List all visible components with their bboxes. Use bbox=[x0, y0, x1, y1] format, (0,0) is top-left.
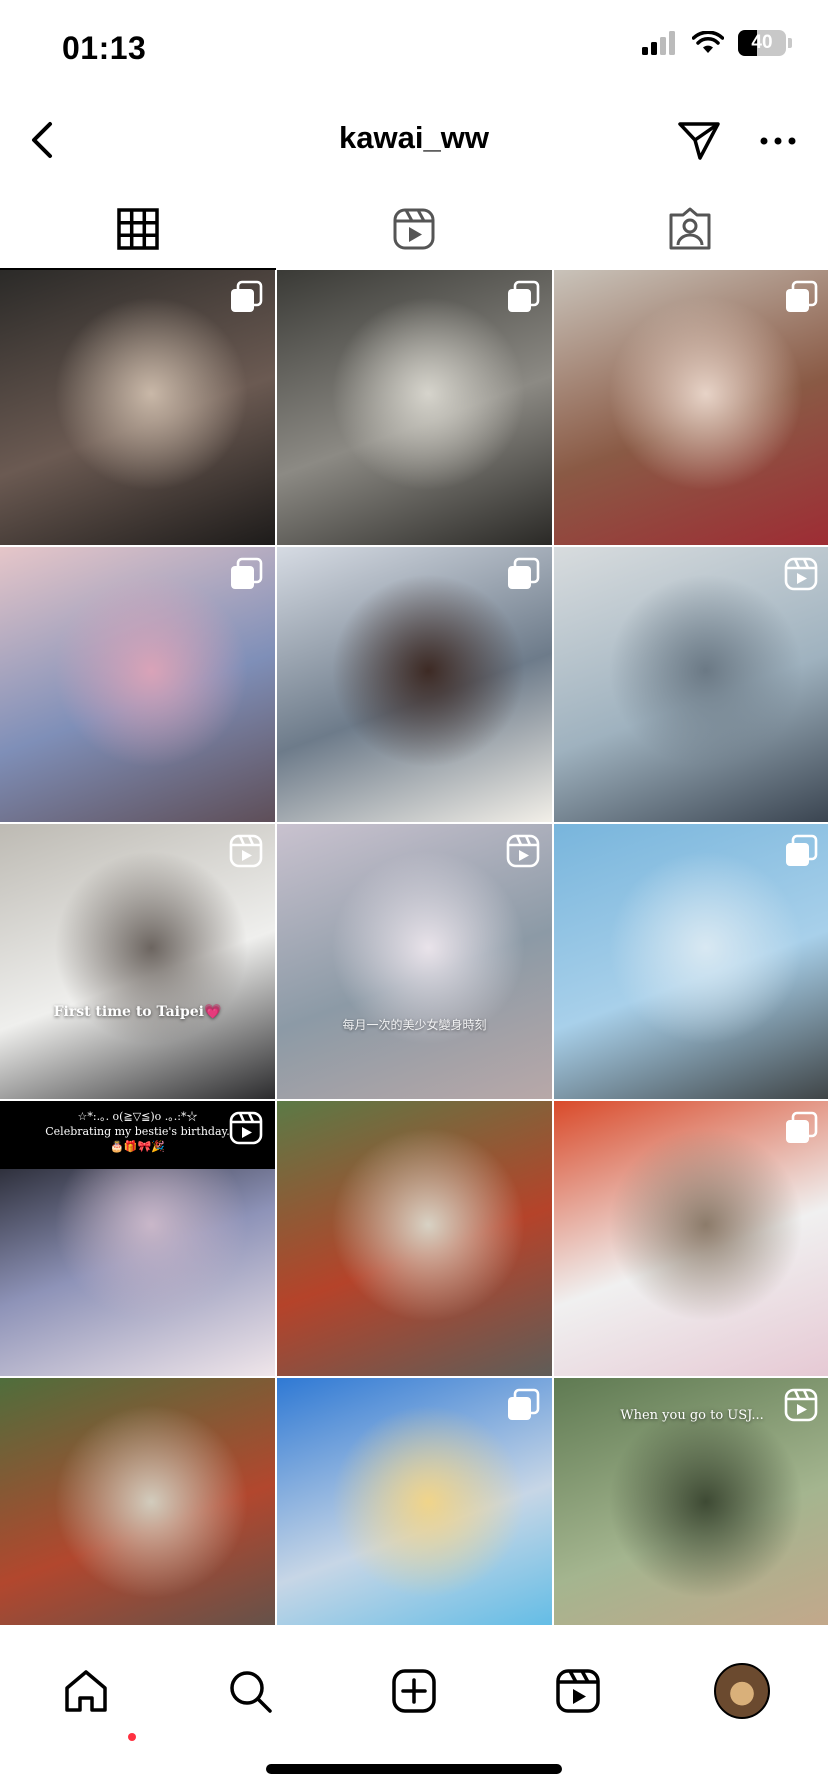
post-tile[interactable] bbox=[554, 547, 828, 822]
battery-indicator: 40 bbox=[738, 30, 786, 56]
tab-tagged[interactable] bbox=[552, 188, 828, 270]
post-tile[interactable] bbox=[554, 824, 828, 1099]
post-tile[interactable] bbox=[277, 270, 552, 545]
send-icon[interactable] bbox=[676, 118, 722, 162]
post-tile[interactable] bbox=[0, 547, 275, 822]
carousel-icon bbox=[784, 280, 818, 314]
grid-icon bbox=[117, 208, 159, 250]
carousel-icon bbox=[229, 280, 263, 314]
carousel-icon bbox=[506, 280, 540, 314]
post-caption: 每月一次的美少女變身時刻 bbox=[342, 1018, 487, 1032]
post-tile[interactable]: 每月一次的美少女變身時刻 bbox=[277, 824, 552, 1099]
reel-icon bbox=[229, 1111, 263, 1145]
reels-icon bbox=[556, 1669, 600, 1713]
tagged-icon bbox=[669, 207, 711, 250]
wifi-icon bbox=[692, 31, 724, 53]
post-tile[interactable]: ☆*:.｡. o(≧▽≦)o .｡.:*☆ Celebrating my bes… bbox=[0, 1101, 275, 1376]
post-tile[interactable] bbox=[277, 547, 552, 822]
profile-avatar bbox=[714, 1663, 770, 1719]
nav-search[interactable] bbox=[210, 1651, 290, 1731]
post-caption: First time to Taipei💗 bbox=[53, 1004, 222, 1020]
home-indicator bbox=[266, 1764, 562, 1774]
carousel-icon bbox=[229, 557, 263, 591]
carousel-icon bbox=[506, 1388, 540, 1422]
notification-dot bbox=[128, 1733, 136, 1741]
battery-tip bbox=[788, 38, 792, 48]
carousel-icon bbox=[784, 834, 818, 868]
reel-icon bbox=[784, 557, 818, 591]
nav-create[interactable] bbox=[374, 1651, 454, 1731]
status-icons: 40 bbox=[642, 30, 792, 56]
tab-reels[interactable] bbox=[276, 188, 552, 270]
status-bar: 01:13 40 bbox=[0, 0, 828, 100]
post-tile[interactable] bbox=[554, 1101, 828, 1376]
create-icon bbox=[392, 1669, 436, 1713]
home-icon bbox=[65, 1670, 107, 1712]
reel-icon bbox=[784, 1388, 818, 1422]
signal-icon bbox=[642, 31, 675, 55]
search-icon bbox=[230, 1671, 272, 1713]
post-tile[interactable] bbox=[277, 1378, 552, 1625]
battery-level: 40 bbox=[751, 32, 773, 53]
tab-posts[interactable] bbox=[0, 188, 276, 270]
nav-profile[interactable] bbox=[702, 1651, 782, 1731]
post-tile[interactable] bbox=[277, 1101, 552, 1376]
status-time: 01:13 bbox=[62, 30, 147, 66]
nav-reels[interactable] bbox=[538, 1651, 618, 1731]
reel-icon bbox=[229, 834, 263, 868]
post-tile[interactable] bbox=[0, 270, 275, 545]
more-options-icon[interactable] bbox=[758, 126, 798, 156]
post-tile[interactable] bbox=[554, 270, 828, 545]
content-tabs bbox=[0, 188, 828, 270]
profile-header: kawai_ww bbox=[0, 100, 828, 180]
post-tile[interactable]: When you go to USJ... bbox=[554, 1378, 828, 1625]
post-grid: First time to Taipei💗 每月一次的美少女變身時刻 ☆*:.｡. … bbox=[0, 270, 828, 1625]
post-tile[interactable] bbox=[0, 1378, 275, 1625]
reel-icon bbox=[506, 834, 540, 868]
nav-home[interactable] bbox=[46, 1651, 136, 1741]
reels-icon bbox=[393, 208, 435, 250]
bottom-nav bbox=[0, 1625, 828, 1745]
carousel-icon bbox=[784, 1111, 818, 1145]
carousel-icon bbox=[506, 557, 540, 591]
post-tile[interactable]: First time to Taipei💗 bbox=[0, 824, 275, 1099]
